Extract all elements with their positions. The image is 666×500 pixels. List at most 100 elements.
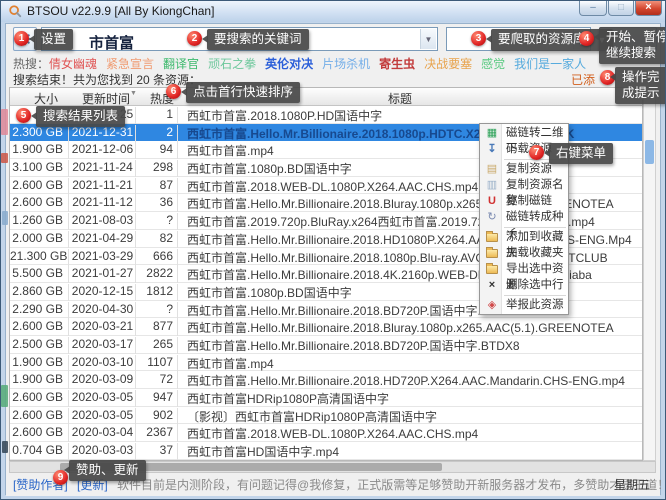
cell-title: 西虹市首富.Hello.Mr.Billionaire.2018.BD720P.国… <box>180 302 642 319</box>
context-menu-item[interactable]: ▦ 磁链转二维码 <box>480 125 568 141</box>
cell-size: 2.000 GB <box>10 231 69 248</box>
menu-item-icon: × <box>484 277 500 293</box>
cell-title: 西虹市首富.1080p.BD国语中字 <box>180 284 642 301</box>
header-size[interactable]: 大小 <box>34 90 58 107</box>
menu-item-label: 举报此资源 <box>506 299 564 311</box>
hot-keyword[interactable]: 英伦对决 <box>265 57 313 71</box>
cell-heat: 82 <box>137 231 178 248</box>
hot-keyword[interactable]: 顽石之拳 <box>208 57 256 71</box>
cell-title: 西虹市首富.Hello.Mr.Billionaire.2018.1080p.HD… <box>180 125 642 142</box>
table-row[interactable]: 2.600 GB 2020-03-05 947 西虹市首富HDRip1080P高… <box>10 389 642 407</box>
cell-size: 3.100 GB <box>10 160 69 177</box>
context-menu-item[interactable]: ◈ 举报此资源 <box>480 297 568 313</box>
title-bar[interactable]: BTSOU v22.9.9 [All By KiongChan] – □ × <box>1 1 665 22</box>
cell-size: 1.900 GB <box>10 372 69 389</box>
annotation-dot-6: 6 <box>166 84 181 99</box>
desktop-fragment <box>1 385 8 407</box>
cell-title: 西虹市首富.2018.1080P.HD国语中字 <box>180 107 642 124</box>
cell-heat: 2367 <box>137 425 178 442</box>
hot-keyword[interactable]: 决战要塞 <box>424 57 472 71</box>
annotation-tip-6: 点击首行快速排序 <box>186 82 300 103</box>
app-logo-icon <box>8 4 22 18</box>
hot-label: 热搜： <box>13 57 49 71</box>
cell-heat: ? <box>137 302 178 319</box>
close-button[interactable]: × <box>635 1 662 16</box>
table-row[interactable]: 2.600 GB 2020-03-04 2367 西虹市首富.2018.WEB-… <box>10 424 642 442</box>
cell-heat: ? <box>137 213 178 230</box>
table-row[interactable]: 1.900 GB 2020-03-09 72 西虹市首富.Hello.Mr.Bi… <box>10 371 642 389</box>
hot-keyword[interactable]: 翻译官 <box>163 57 199 71</box>
cell-heat: 947 <box>137 390 178 407</box>
cell-date: 2020-03-05 <box>70 408 136 425</box>
menu-item-icon: ↻ <box>484 209 500 225</box>
annotation-dot-1: 1 <box>14 31 29 46</box>
cell-size: 2.600 GB <box>10 178 69 195</box>
cell-size: 0.704 GB <box>10 443 69 460</box>
cell-size: 1.900 GB <box>10 142 69 159</box>
header-title[interactable]: 标题 <box>260 90 540 107</box>
cell-size: 2.500 GB <box>10 337 69 354</box>
cell-heat: 298 <box>137 160 178 177</box>
cell-date: 2021-03-29 <box>70 249 136 266</box>
cell-title: 西虹市首富HDRip1080P高清国语中字 <box>180 390 642 407</box>
weekday-text: 星期五 <box>614 475 650 495</box>
table-row[interactable]: 2.600 GB 2020-03-05 902 〔影视〕西虹市首富HDRip10… <box>10 407 642 425</box>
cell-title: 西虹市首富.2018.WEB-DL.1080P.X264.AAC.CHS.mp4 <box>180 425 642 442</box>
cell-heat: 2822 <box>137 266 178 283</box>
cell-heat: 36 <box>137 195 178 212</box>
cell-date: 2021-12-31 <box>70 125 136 142</box>
app-window: BTSOU v22.9.9 [All By KiongChan] – □ × ▼… <box>0 0 666 500</box>
menu-item-icon: ◈ <box>484 297 500 313</box>
status-message: 软件目前是内测阶段，有问题记得@我修复，正式版需等足够赞助开新服务器才发布，多赞… <box>117 478 666 492</box>
minimize-button[interactable]: – <box>579 1 607 16</box>
menu-item-label: 加载收藏夹 <box>506 247 564 259</box>
desktop-fragment <box>1 109 8 135</box>
table-row[interactable]: 2.600 GB 2020-03-21 877 西虹市首富.Hello.Mr.B… <box>10 318 642 336</box>
cell-size: 5.500 GB <box>10 266 69 283</box>
hot-keyword[interactable]: 倩女幽魂 <box>49 57 97 71</box>
hot-keywords-row: 热搜：倩女幽魂紧急宣言翻译官顽石之拳英伦对决片场杀机寄生虫决战要塞感觉我们是一家… <box>13 55 595 72</box>
table-header[interactable]: 大小 更新时间 ▼ 热度 标题 <box>10 88 642 106</box>
context-menu-item[interactable]: × 删除选中行 <box>480 277 568 293</box>
cell-date: 2021-04-29 <box>70 231 136 248</box>
cell-date: 2020-03-10 <box>70 355 136 372</box>
hot-keyword[interactable]: 感觉 <box>481 57 505 71</box>
cell-heat: 902 <box>137 408 178 425</box>
hot-keyword[interactable]: 我们是一家人 <box>514 57 586 71</box>
cell-size: 2.600 GB <box>10 408 69 425</box>
cell-title: 西虹市首富.Hello.Mr.Billionaire.2018.4K.2160p… <box>180 266 642 283</box>
maximize-button[interactable]: □ <box>608 1 634 16</box>
annotation-tip-2: 要搜索的关键词 <box>207 29 309 50</box>
table-row[interactable]: 2.500 GB 2020-03-17 265 西虹市首富.Hello.Mr.B… <box>10 336 642 354</box>
menu-item-icon: ▤ <box>484 161 500 177</box>
cell-title: 西虹市首富HD国语中字.mp4 <box>180 443 642 460</box>
cell-title: 西虹市首富.2019.720p.BluRay.x264西虹市首富.2019.72… <box>180 213 642 230</box>
annotation-tip-8: 操作完成提示 <box>615 67 666 104</box>
cell-size: 2.600 GB <box>10 425 69 442</box>
cell-date: 2021-11-12 <box>70 195 136 212</box>
context-menu-item[interactable]: 加载收藏夹 <box>480 245 568 261</box>
table-row[interactable]: 1.900 GB 2020-03-10 1107 西虹市首富.mp4 <box>10 354 642 372</box>
sort-arrow-icon[interactable]: ▼ <box>130 90 137 97</box>
context-menu-item[interactable]: 添加到收藏夹 <box>480 229 568 245</box>
hot-keyword[interactable]: 片场杀机 <box>322 57 370 71</box>
context-menu-item[interactable]: U 复制磁链 <box>480 193 568 209</box>
annotation-dot-5: 5 <box>16 108 31 123</box>
cell-heat: 1 <box>137 107 178 124</box>
cell-heat: 265 <box>137 337 178 354</box>
cell-heat: 1107 <box>137 355 178 372</box>
vertical-scrollbar[interactable] <box>643 87 656 461</box>
context-menu-item[interactable]: 导出选中资源 <box>480 261 568 277</box>
header-date[interactable]: 更新时间 <box>82 90 130 107</box>
context-menu-item[interactable]: ▥ 复制资源名称 <box>480 177 568 193</box>
cell-date: 2021-01-27 <box>70 266 136 283</box>
hot-keyword[interactable]: 寄生虫 <box>379 57 415 71</box>
annotation-dot-3: 3 <box>471 31 486 46</box>
vertical-scrollbar-thumb[interactable] <box>645 140 654 164</box>
hot-keyword[interactable]: 紧急宣言 <box>106 57 154 71</box>
cell-size: 2.300 GB <box>10 125 69 142</box>
cell-heat: 2 <box>137 125 178 142</box>
search-dropdown-arrow-icon[interactable]: ▼ <box>420 29 436 49</box>
table-row[interactable]: 0.704 GB 2020-03-03 37 西虹市首富HD国语中字.mp4 <box>10 442 642 460</box>
context-menu-item[interactable]: ↻ 磁链转成种子 <box>480 209 568 225</box>
